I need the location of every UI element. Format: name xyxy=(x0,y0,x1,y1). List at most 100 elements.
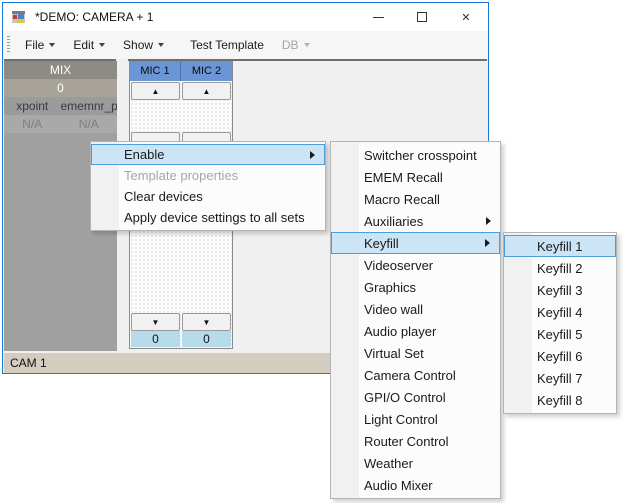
menu-item-apply-device-settings[interactable]: Apply device settings to all sets xyxy=(91,207,325,228)
menu-item-label: Audio Mixer xyxy=(364,478,433,493)
mic1-value-cell[interactable]: 0 xyxy=(131,331,180,347)
menu-item-clear-devices[interactable]: Clear devices xyxy=(91,186,325,207)
menu-item-label: Clear devices xyxy=(124,189,203,204)
menu-item-label: Audio player xyxy=(364,324,436,339)
minimize-icon xyxy=(373,17,384,18)
ememnr-label-cell[interactable]: ememnr_pr xyxy=(61,97,118,115)
menu-item-label: Weather xyxy=(364,456,413,471)
menu-item-camera-control[interactable]: Camera Control xyxy=(331,364,500,386)
enable-submenu: Switcher crosspoint EMEM Recall Macro Re… xyxy=(330,141,501,499)
menu-item-label: Keyfill xyxy=(364,236,399,251)
menu-item-label: Auxiliaries xyxy=(364,214,423,229)
menu-item-label: Virtual Set xyxy=(364,346,424,361)
menubar-item-db: DB xyxy=(273,33,319,57)
submenu-arrow-icon xyxy=(310,151,315,159)
menubar-item-edit[interactable]: Edit xyxy=(64,33,114,57)
menu-item-audio-player[interactable]: Audio player xyxy=(331,320,500,342)
menu-item-keyfill-3[interactable]: Keyfill 3 xyxy=(504,279,616,301)
menubar-label: Test Template xyxy=(190,38,264,52)
menu-item-label: Keyfill 1 xyxy=(537,239,583,254)
menu-item-weather[interactable]: Weather xyxy=(331,452,500,474)
mic2-down-button[interactable]: ▼ xyxy=(182,313,231,331)
fader-down-row: ▼ ▼ xyxy=(130,313,232,331)
mic-table-header: MIC 1 MIC 2 xyxy=(130,62,232,81)
menu-item-emem-recall[interactable]: EMEM Recall xyxy=(331,166,500,188)
menu-item-label: Video wall xyxy=(364,302,423,317)
menu-item-label: Graphics xyxy=(364,280,416,295)
menu-item-keyfill-8[interactable]: Keyfill 8 xyxy=(504,389,616,411)
menubar-item-show[interactable]: Show xyxy=(114,33,173,57)
menu-item-label: Videoserver xyxy=(364,258,433,273)
menu-item-label: Keyfill 5 xyxy=(537,327,583,342)
menu-item-label: EMEM Recall xyxy=(364,170,443,185)
xpoint-value-cell[interactable]: N/A xyxy=(4,115,61,133)
menubar-label: Edit xyxy=(73,38,94,52)
menu-item-auxiliaries[interactable]: Auxiliaries xyxy=(331,210,500,232)
xpoint-label-cell[interactable]: xpoint xyxy=(4,97,61,115)
menu-item-keyfill-1[interactable]: Keyfill 1 xyxy=(504,235,616,257)
menu-item-router-control[interactable]: Router Control xyxy=(331,430,500,452)
menu-item-graphics[interactable]: Graphics xyxy=(331,276,500,298)
group-value-cell[interactable]: 0 xyxy=(4,79,117,97)
menubar-item-file[interactable]: File xyxy=(16,33,64,57)
close-button[interactable]: ✕ xyxy=(444,3,488,31)
menu-item-enable[interactable]: Enable xyxy=(91,144,325,165)
menu-item-label: Keyfill 2 xyxy=(537,261,583,276)
menubar-label: DB xyxy=(282,38,299,52)
menubar-label: Show xyxy=(123,38,153,52)
menu-item-label: Keyfill 3 xyxy=(537,283,583,298)
dropdown-arrow-icon xyxy=(158,43,164,47)
menu-item-light-control[interactable]: Light Control xyxy=(331,408,500,430)
up-arrow-icon: ▲ xyxy=(203,87,211,96)
menu-item-keyfill-6[interactable]: Keyfill 6 xyxy=(504,345,616,367)
dropdown-arrow-icon xyxy=(304,43,310,47)
down-arrow-icon: ▼ xyxy=(203,318,211,327)
down-arrow-icon: ▼ xyxy=(152,318,160,327)
fader-value-row: 0 0 xyxy=(130,331,232,347)
mic2-value-cell[interactable]: 0 xyxy=(182,331,231,347)
menu-item-label: Keyfill 7 xyxy=(537,371,583,386)
mic1-up-button[interactable]: ▲ xyxy=(131,82,180,100)
menubar-item-test-template[interactable]: Test Template xyxy=(181,33,273,57)
mic2-up-button[interactable]: ▲ xyxy=(182,82,231,100)
submenu-arrow-icon xyxy=(485,239,490,247)
menu-item-gpio-control[interactable]: GPI/O Control xyxy=(331,386,500,408)
mic2-header-cell[interactable]: MIC 2 xyxy=(181,62,232,81)
toolstrip-grip-icon[interactable] xyxy=(7,36,10,54)
screen: *DEMO: CAMERA + 1 ✕ File Edit xyxy=(0,0,625,503)
keyfill-submenu: Keyfill 1 Keyfill 2 Keyfill 3 Keyfill 4 … xyxy=(503,232,617,414)
menu-item-switcher-crosspoint[interactable]: Switcher crosspoint xyxy=(331,144,500,166)
menu-item-label: Keyfill 6 xyxy=(537,349,583,364)
menu-item-label: Switcher crosspoint xyxy=(364,148,477,163)
minimize-button[interactable] xyxy=(356,3,400,31)
column-value-row: N/A N/A xyxy=(4,115,117,133)
titlebar[interactable]: *DEMO: CAMERA + 1 ✕ xyxy=(3,3,488,31)
group-header-cell[interactable]: MIX xyxy=(4,61,117,79)
menu-item-keyfill-5[interactable]: Keyfill 5 xyxy=(504,323,616,345)
window-title: *DEMO: CAMERA + 1 xyxy=(35,10,153,24)
menu-item-macro-recall[interactable]: Macro Recall xyxy=(331,188,500,210)
menu-item-audio-mixer[interactable]: Audio Mixer xyxy=(331,474,500,496)
menu-item-keyfill-7[interactable]: Keyfill 7 xyxy=(504,367,616,389)
menu-item-virtual-set[interactable]: Virtual Set xyxy=(331,342,500,364)
ememnr-value-cell[interactable]: N/A xyxy=(61,115,118,133)
menu-item-video-wall[interactable]: Video wall xyxy=(331,298,500,320)
close-icon: ✕ xyxy=(461,11,470,24)
menubar-label: File xyxy=(25,38,44,52)
maximize-button[interactable] xyxy=(400,3,444,31)
menu-item-label: GPI/O Control xyxy=(364,390,446,405)
menu-item-keyfill[interactable]: Keyfill xyxy=(331,232,500,254)
menu-item-videoserver[interactable]: Videoserver xyxy=(331,254,500,276)
menu-item-label: Macro Recall xyxy=(364,192,440,207)
mic1-down-button[interactable]: ▼ xyxy=(131,313,180,331)
dropdown-arrow-icon xyxy=(49,43,55,47)
menu-item-label: Camera Control xyxy=(364,368,456,383)
window-controls: ✕ xyxy=(356,3,488,31)
menu-item-keyfill-2[interactable]: Keyfill 2 xyxy=(504,257,616,279)
menu-item-label: Enable xyxy=(124,147,164,162)
context-menu: Enable Template properties Clear devices… xyxy=(90,141,326,231)
menu-item-template-properties: Template properties xyxy=(91,165,325,186)
menu-item-keyfill-4[interactable]: Keyfill 4 xyxy=(504,301,616,323)
menubar: File Edit Show Test Template DB xyxy=(3,31,488,59)
mic1-header-cell[interactable]: MIC 1 xyxy=(130,62,181,81)
